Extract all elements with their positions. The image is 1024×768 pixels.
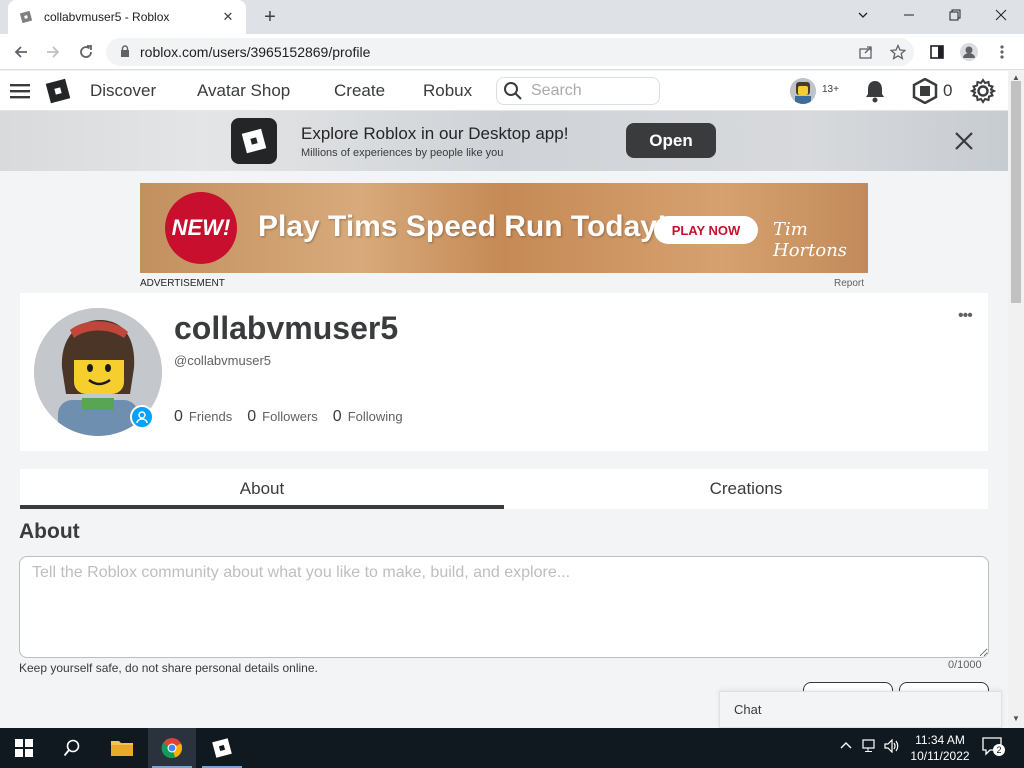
age-badge: 13+ bbox=[822, 84, 839, 95]
robux-balance[interactable]: 0 bbox=[943, 81, 952, 101]
tab-search-icon[interactable] bbox=[840, 0, 886, 30]
report-ad-link[interactable]: Report bbox=[834, 278, 864, 289]
close-window-button[interactable] bbox=[978, 0, 1024, 30]
tab-about[interactable]: About bbox=[20, 469, 504, 509]
url-text: roblox.com/users/3965152869/profile bbox=[140, 44, 371, 60]
notification-center-icon[interactable]: 2 bbox=[982, 737, 1005, 757]
page-scrollbar[interactable]: ▲ ▼ bbox=[1008, 71, 1024, 728]
about-heading: About bbox=[19, 520, 80, 543]
scroll-down-icon[interactable]: ▼ bbox=[1012, 714, 1020, 723]
scrollbar-thumb[interactable] bbox=[1011, 81, 1021, 303]
nav-avatar-shop[interactable]: Avatar Shop bbox=[197, 81, 290, 101]
chrome-taskbar-icon[interactable] bbox=[148, 728, 196, 768]
friends-stat[interactable]: 0 Friends bbox=[174, 408, 232, 426]
robux-icon[interactable] bbox=[912, 77, 938, 109]
char-counter: 0/1000 bbox=[948, 659, 982, 671]
roblox-app-logo-icon bbox=[231, 118, 277, 164]
ad-play-now-button[interactable]: PLAY NOW bbox=[654, 216, 758, 244]
browser-tab[interactable]: collabvmuser5 - Roblox ✕ bbox=[8, 0, 246, 34]
system-clock[interactable]: 11:34 AM 10/11/2022 bbox=[908, 732, 972, 764]
side-panel-icon[interactable] bbox=[924, 39, 950, 65]
friends-label: Friends bbox=[188, 409, 233, 424]
tray-overflow-icon[interactable] bbox=[840, 739, 852, 753]
following-count: 0 bbox=[332, 408, 342, 425]
tab-title: collabvmuser5 - Roblox bbox=[44, 10, 170, 24]
browser-toolbar: roblox.com/users/3965152869/profile bbox=[0, 34, 1024, 70]
followers-label: Followers bbox=[262, 409, 318, 424]
clock-date: 10/11/2022 bbox=[910, 749, 970, 763]
more-options-icon[interactable]: ••• bbox=[958, 307, 973, 325]
following-label: Following bbox=[347, 409, 403, 424]
profile-username: collabvmuser5 bbox=[174, 310, 399, 346]
profile-icon[interactable] bbox=[956, 39, 982, 65]
followers-count: 0 bbox=[247, 408, 257, 425]
file-explorer-icon[interactable] bbox=[98, 728, 146, 768]
windows-start-icon[interactable] bbox=[0, 728, 48, 768]
notification-count: 2 bbox=[993, 744, 1005, 756]
open-app-button[interactable]: Open bbox=[626, 123, 716, 158]
clock-time: 11:34 AM bbox=[915, 733, 965, 747]
desktop-app-banner: Explore Roblox in our Desktop app! Milli… bbox=[0, 111, 1008, 171]
forward-arrow-icon[interactable] bbox=[40, 39, 66, 65]
following-stat[interactable]: 0 Following bbox=[333, 408, 403, 426]
advertisement-banner[interactable]: NEW! Play Tims Speed Run Today! PLAY NOW… bbox=[140, 183, 868, 273]
banner-subtext: Millions of experiences by people like y… bbox=[301, 147, 504, 159]
ad-new-badge: NEW! bbox=[165, 192, 237, 264]
avatar[interactable] bbox=[790, 78, 816, 104]
tab-creations[interactable]: Creations bbox=[504, 469, 988, 509]
nav-create[interactable]: Create bbox=[334, 81, 385, 101]
search-icon bbox=[504, 82, 522, 100]
minimize-button[interactable] bbox=[886, 0, 932, 30]
online-status-icon bbox=[130, 405, 154, 429]
ad-brand-logo: Tim Hortons bbox=[773, 219, 848, 261]
profile-handle: @collabvmuser5 bbox=[174, 353, 272, 368]
safety-note: Keep yourself safe, do not share persona… bbox=[19, 661, 318, 675]
nav-robux[interactable]: Robux bbox=[423, 81, 472, 101]
share-icon[interactable] bbox=[853, 39, 879, 65]
chat-label: Chat bbox=[734, 702, 762, 717]
friends-count: 0 bbox=[174, 408, 183, 425]
main-content: NEW! Play Tims Speed Run Today! PLAY NOW… bbox=[0, 171, 1008, 728]
nav-discover[interactable]: Discover bbox=[90, 81, 156, 101]
tab-close-icon[interactable]: ✕ bbox=[220, 9, 236, 25]
close-icon[interactable] bbox=[954, 131, 974, 156]
taskbar-search-icon[interactable] bbox=[48, 728, 96, 768]
profile-stats: 0 Friends 0 Followers 0 Following bbox=[174, 408, 418, 426]
roblox-taskbar-icon[interactable] bbox=[198, 728, 246, 768]
hamburger-menu-icon[interactable] bbox=[10, 82, 30, 105]
search-input[interactable]: Search bbox=[496, 77, 660, 105]
roblox-favicon-icon bbox=[18, 9, 34, 25]
new-tab-button[interactable]: + bbox=[258, 6, 282, 28]
banner-heading: Explore Roblox in our Desktop app! bbox=[301, 124, 569, 143]
advertisement-label: ADVERTISEMENT bbox=[140, 278, 225, 289]
followers-stat[interactable]: 0 Followers bbox=[247, 408, 318, 426]
windows-taskbar: 11:34 AM 10/11/2022 2 bbox=[0, 728, 1024, 768]
reload-icon[interactable] bbox=[73, 39, 99, 65]
lock-icon bbox=[120, 44, 130, 60]
search-placeholder: Search bbox=[531, 82, 582, 99]
roblox-logo-icon[interactable] bbox=[44, 77, 72, 105]
chrome-menu-icon[interactable] bbox=[989, 39, 1015, 65]
about-textarea[interactable] bbox=[19, 556, 989, 658]
address-bar[interactable]: roblox.com/users/3965152869/profile bbox=[106, 38, 914, 66]
back-arrow-icon[interactable] bbox=[8, 39, 34, 65]
ad-headline: Play Tims Speed Run Today! bbox=[258, 210, 667, 243]
browser-tab-strip: collabvmuser5 - Roblox ✕ + bbox=[0, 0, 1024, 34]
notification-bell-icon[interactable] bbox=[864, 79, 886, 108]
bookmark-star-icon[interactable] bbox=[885, 39, 911, 65]
roblox-header: Discover Avatar Shop Create Robux Search… bbox=[0, 71, 1008, 111]
settings-gear-icon[interactable] bbox=[969, 78, 997, 109]
volume-icon[interactable] bbox=[884, 738, 900, 756]
network-icon[interactable] bbox=[862, 739, 878, 756]
profile-tabs: About Creations bbox=[20, 469, 988, 509]
profile-header-card: collabvmuser5 @collabvmuser5 0 Friends 0… bbox=[20, 293, 988, 451]
restore-button[interactable] bbox=[932, 0, 978, 30]
chat-bar[interactable]: Chat bbox=[719, 691, 1002, 728]
